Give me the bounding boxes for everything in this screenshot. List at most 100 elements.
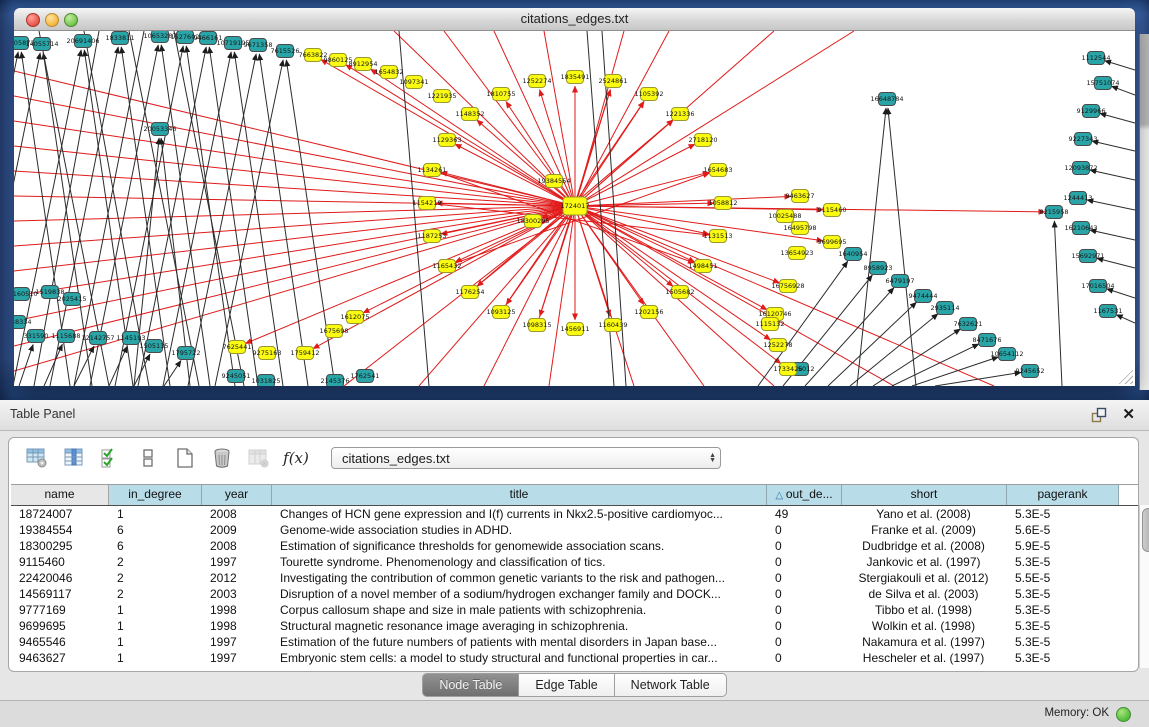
cell-in_degree[interactable]: 1 <box>109 602 202 618</box>
cell-name[interactable]: 14569117 <box>11 586 109 602</box>
graph-node[interactable]: 1835491 <box>561 71 590 84</box>
cell-year[interactable]: 2009 <box>202 522 272 538</box>
graph-node[interactable]: 8958923 <box>864 262 893 275</box>
cell-year[interactable]: 2008 <box>202 506 272 522</box>
graph-node[interactable]: 1252278 <box>764 339 793 352</box>
cell-pagerank[interactable]: 5.3E-5 <box>1007 602 1119 618</box>
cell-short[interactable]: Tibbo et al. (1998) <box>842 602 1007 618</box>
graph-node[interactable]: 1098315 <box>523 319 552 332</box>
column-header-out_degree[interactable]: △ out_de... <box>767 485 842 505</box>
graph-node[interactable]: 16648784 <box>870 93 903 106</box>
graph-edge[interactable] <box>873 329 960 386</box>
graph-node[interactable]: 1112544 <box>1082 52 1111 65</box>
table-mode-icon[interactable] <box>25 446 49 470</box>
graph-node[interactable]: 1115688 <box>52 330 81 343</box>
close-panel-icon[interactable]: ✕ <box>1122 405 1135 423</box>
graph-node[interactable]: 1187253 <box>418 230 447 243</box>
graph-node[interactable]: 9275163 <box>253 347 282 360</box>
graph-node[interactable]: 1093125 <box>487 306 516 319</box>
graph-node[interactable]: 1221935 <box>428 90 457 103</box>
table-row[interactable]: 946362711997Embryonic stem cells: a mode… <box>11 650 1138 666</box>
cell-short[interactable]: Yano et al. (2008) <box>842 506 1007 522</box>
cell-title[interactable]: Estimation of significance thresholds fo… <box>272 538 767 554</box>
cell-year[interactable]: 1998 <box>202 602 272 618</box>
graph-node[interactable]: 1833811 <box>106 32 135 45</box>
graph-node[interactable]: 1202156 <box>635 306 664 319</box>
tab-node-table[interactable]: Node Table <box>422 673 519 697</box>
cell-short[interactable]: Jankovic et al. (1997) <box>842 554 1007 570</box>
delete-column-icon[interactable] <box>210 446 234 470</box>
graph-node[interactable]: 25160510 <box>14 288 38 301</box>
graph-node[interactable]: 1456911 <box>561 323 590 336</box>
network-canvas[interactable]: 1505872140557142069140618338111065328715… <box>14 31 1135 386</box>
graph-node[interactable]: 2935114 <box>931 302 960 315</box>
graph-edge[interactable] <box>1092 141 1135 151</box>
table-scrollbar-thumb[interactable] <box>1142 508 1149 552</box>
tab-network-table[interactable]: Network Table <box>615 673 727 697</box>
cell-short[interactable]: Wolkin et al. (1998) <box>842 618 1007 634</box>
graph-edge[interactable] <box>163 52 231 386</box>
graph-node[interactable]: 1810755 <box>487 88 516 101</box>
float-panel-icon[interactable] <box>1091 407 1107 423</box>
cell-in_degree[interactable]: 1 <box>109 650 202 666</box>
graph-node[interactable]: 2718120 <box>689 134 718 147</box>
graph-node[interactable]: 1188334 <box>14 316 31 329</box>
graph-node[interactable]: 9671358 <box>244 39 273 52</box>
graph-node[interactable]: 20691406 <box>66 35 99 48</box>
graph-node[interactable]: 1131513 <box>704 230 733 243</box>
graph-edge[interactable] <box>912 357 998 386</box>
background-window-edge[interactable] <box>1139 34 1149 390</box>
cell-in_degree[interactable]: 6 <box>109 538 202 554</box>
cell-year[interactable]: 1997 <box>202 634 272 650</box>
cell-year[interactable]: 1997 <box>202 650 272 666</box>
cell-title[interactable]: Tourette syndrome. Phenomenology and cla… <box>272 554 767 570</box>
cell-title[interactable]: Genome-wide association studies in ADHD. <box>272 522 767 538</box>
graph-node[interactable]: 10025488 <box>768 210 801 223</box>
graph-edge[interactable] <box>215 60 283 386</box>
cell-name[interactable]: 9777169 <box>11 602 109 618</box>
cell-name[interactable]: 19384554 <box>11 522 109 538</box>
graph-node[interactable]: 8215958 <box>1040 206 1069 219</box>
cell-short[interactable]: Nakamura et al. (1997) <box>842 634 1007 650</box>
cell-short[interactable]: de Silva et al. (2003) <box>842 586 1007 602</box>
graph-node[interactable]: 1105392 <box>635 88 664 101</box>
graph-edge[interactable] <box>549 206 575 386</box>
cell-short[interactable]: Hescheler et al. (1997) <box>842 650 1007 666</box>
graph-node[interactable]: 16756928 <box>771 280 804 293</box>
graph-edge[interactable] <box>14 52 18 386</box>
cell-out_degree[interactable]: 0 <box>767 650 842 666</box>
cell-out_degree[interactable]: 49 <box>767 506 842 522</box>
graph-edge[interactable] <box>1111 86 1135 95</box>
graph-edge[interactable] <box>1105 61 1135 70</box>
graph-node[interactable]: 7625441 <box>223 341 252 354</box>
graph-node[interactable]: 1244413 <box>1064 192 1093 205</box>
cell-name[interactable]: 9465546 <box>11 634 109 650</box>
graph-node[interactable]: 7632621 <box>954 318 983 331</box>
cell-name[interactable]: 9699695 <box>11 618 109 634</box>
cell-year[interactable]: 1998 <box>202 618 272 634</box>
graph-node[interactable]: 1505135 <box>140 340 169 353</box>
cell-title[interactable]: Changes of HCN gene expression and I(f) … <box>272 506 767 522</box>
graph-edge[interactable] <box>1107 289 1135 298</box>
cell-year[interactable]: 2008 <box>202 538 272 554</box>
cell-name[interactable]: 18724007 <box>11 506 109 522</box>
graph-edge[interactable] <box>506 102 575 206</box>
graph-node[interactable]: 1176254 <box>456 286 485 299</box>
graph-node[interactable]: 7615526 <box>271 45 300 58</box>
column-header-title[interactable]: title <box>272 485 767 505</box>
graph-node[interactable]: 1675698 <box>320 325 349 338</box>
cell-year[interactable]: 2012 <box>202 570 272 586</box>
cell-pagerank[interactable]: 5.3E-5 <box>1007 586 1119 602</box>
graph-node[interactable]: 1654683 <box>704 164 733 177</box>
cell-in_degree[interactable]: 1 <box>109 634 202 650</box>
graph-node[interactable]: 12093872 <box>1064 162 1097 175</box>
column-header-in_degree[interactable]: in_degree <box>109 485 202 505</box>
cell-year[interactable]: 2003 <box>202 586 272 602</box>
graph-edge[interactable] <box>935 372 1021 386</box>
graph-node[interactable]: 13654923 <box>780 247 813 260</box>
graph-node[interactable]: 1252274 <box>523 75 552 88</box>
cell-name[interactable]: 18300295 <box>11 538 109 554</box>
network-window-titlebar[interactable]: citations_edges.txt <box>14 8 1135 31</box>
graph-edge[interactable] <box>44 344 62 386</box>
graph-node[interactable]: 9245652 <box>1016 365 1045 378</box>
